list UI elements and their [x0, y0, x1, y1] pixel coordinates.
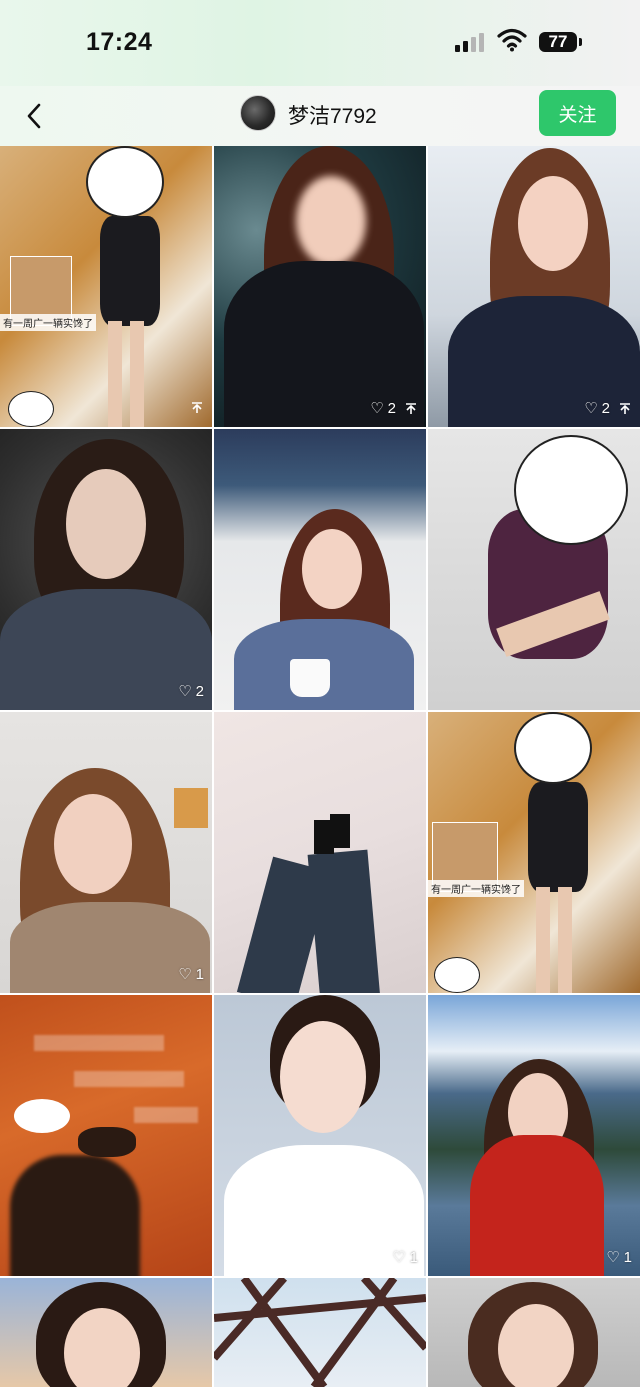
signal-icon: [455, 33, 484, 52]
like-count: ♡ 1: [392, 1248, 418, 1267]
pin-icon: [620, 403, 630, 414]
overlay-text-blurred: [74, 1071, 184, 1087]
wifi-icon: [497, 28, 527, 52]
pin-icon: [192, 402, 202, 413]
grid-item[interactable]: 有一周广一辆实馋了: [428, 712, 640, 993]
grid-item[interactable]: [0, 995, 212, 1276]
overlay-text-blurred: [34, 1035, 164, 1051]
status-bar: 17:24 77: [0, 0, 640, 86]
pin-icon: [406, 403, 416, 414]
grid-item[interactable]: ♡ 1: [0, 712, 212, 993]
grid-item[interactable]: ♡ 2: [214, 146, 426, 427]
tile-caption: 有一周广一辆实馋了: [0, 314, 96, 331]
bridge-structure: [214, 1278, 426, 1387]
grid-item[interactable]: [214, 1278, 426, 1387]
grid-item[interactable]: 有一周广一辆实馋了: [0, 146, 212, 427]
photo-grid: 有一周广一辆实馋了 ♡ 2 ♡ 2 ♡ 2 ♡ 1 有一周广一辆实馋了 ♡ 1 …: [0, 146, 640, 1387]
avatar[interactable]: [240, 95, 276, 131]
heart-icon: ♡: [606, 1249, 620, 1266]
heart-icon: ♡: [370, 400, 384, 417]
follow-button[interactable]: 关注: [539, 90, 616, 136]
grid-item[interactable]: ♡ 1: [428, 995, 640, 1276]
grid-item[interactable]: [428, 429, 640, 710]
heart-icon: ♡: [178, 966, 192, 983]
grid-item[interactable]: ♡ 2: [0, 429, 212, 710]
tile-caption: 有一周广一辆实馋了: [428, 880, 524, 897]
heart-icon: ♡: [584, 400, 598, 417]
grid-item[interactable]: [214, 712, 426, 993]
like-count: ♡ 2: [584, 399, 610, 418]
grid-item[interactable]: ♡ 1: [214, 995, 426, 1276]
like-count: ♡ 1: [606, 1248, 632, 1267]
grid-item[interactable]: [428, 1278, 640, 1387]
heart-icon: ♡: [178, 683, 192, 700]
battery-indicator: 77: [539, 32, 577, 52]
nav-bar: 梦洁7792 关注: [0, 86, 640, 146]
like-count: ♡ 2: [178, 682, 204, 701]
back-button[interactable]: [14, 96, 54, 136]
status-time: 17:24: [86, 28, 153, 56]
heart-icon: ♡: [392, 1249, 406, 1266]
grid-item[interactable]: [0, 1278, 212, 1387]
grid-item[interactable]: [214, 429, 426, 710]
overlay-text-blurred: [134, 1107, 198, 1123]
grid-item[interactable]: ♡ 2: [428, 146, 640, 427]
chevron-left-icon: [27, 103, 41, 129]
username[interactable]: 梦洁7792: [288, 100, 377, 130]
like-count: ♡ 1: [178, 965, 204, 984]
like-count: ♡ 2: [370, 399, 396, 418]
battery-tip: [579, 38, 582, 46]
